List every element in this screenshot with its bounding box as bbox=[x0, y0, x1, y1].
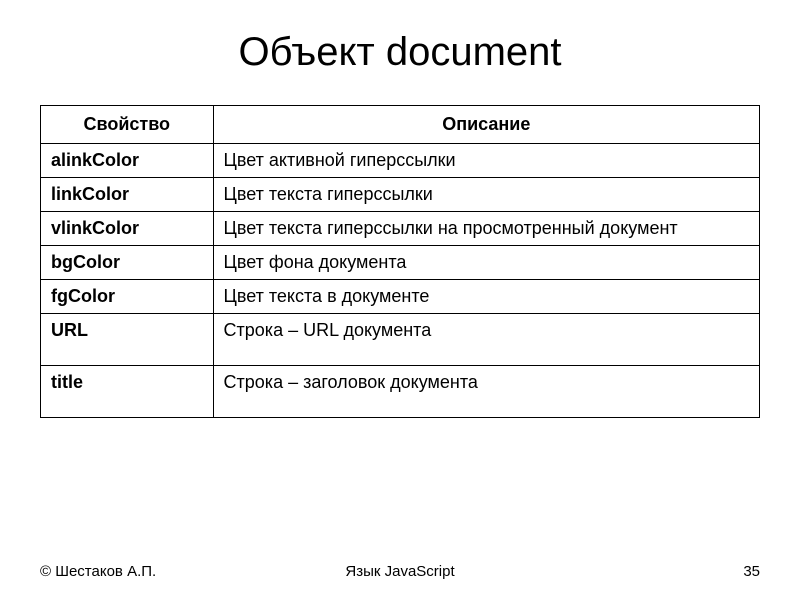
table-row: alinkColor Цвет активной гиперссылки bbox=[41, 144, 760, 178]
cell-property: bgColor bbox=[41, 246, 214, 280]
slide-footer: © Шестаков А.П. Язык JavaScript 35 bbox=[0, 563, 800, 580]
cell-property: fgColor bbox=[41, 280, 214, 314]
cell-property: vlinkColor bbox=[41, 212, 214, 246]
footer-subject: Язык JavaScript bbox=[280, 563, 520, 580]
cell-description: Строка – заголовок документа bbox=[213, 366, 759, 418]
cell-description: Цвет текста гиперссылки на просмотренный… bbox=[213, 212, 759, 246]
cell-property: linkColor bbox=[41, 178, 214, 212]
page-title: Объект document bbox=[40, 30, 760, 75]
header-property: Свойство bbox=[41, 106, 214, 144]
table-row: vlinkColor Цвет текста гиперссылки на пр… bbox=[41, 212, 760, 246]
cell-property: alinkColor bbox=[41, 144, 214, 178]
cell-property: URL bbox=[41, 314, 214, 366]
table-row: fgColor Цвет текста в документе bbox=[41, 280, 760, 314]
cell-description: Цвет активной гиперссылки bbox=[213, 144, 759, 178]
properties-table: Свойство Описание alinkColor Цвет активн… bbox=[40, 105, 760, 418]
footer-page-number: 35 bbox=[520, 563, 760, 580]
table-row: title Строка – заголовок документа bbox=[41, 366, 760, 418]
cell-property: title bbox=[41, 366, 214, 418]
cell-description: Строка – URL документа bbox=[213, 314, 759, 366]
cell-description: Цвет фона документа bbox=[213, 246, 759, 280]
cell-description: Цвет текста гиперссылки bbox=[213, 178, 759, 212]
table-row: bgColor Цвет фона документа bbox=[41, 246, 760, 280]
header-description: Описание bbox=[213, 106, 759, 144]
table-header-row: Свойство Описание bbox=[41, 106, 760, 144]
slide: Объект document Свойство Описание alinkC… bbox=[0, 0, 800, 600]
table-row: linkColor Цвет текста гиперссылки bbox=[41, 178, 760, 212]
footer-author: © Шестаков А.П. bbox=[40, 563, 280, 580]
table-row: URL Строка – URL документа bbox=[41, 314, 760, 366]
cell-description: Цвет текста в документе bbox=[213, 280, 759, 314]
